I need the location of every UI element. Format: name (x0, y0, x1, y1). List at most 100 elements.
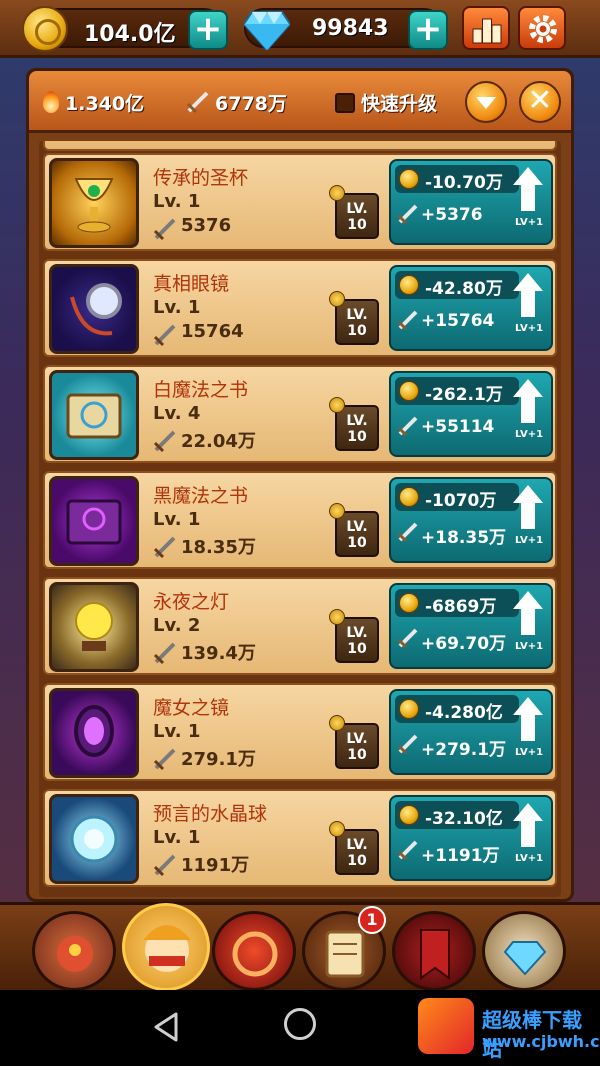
sword-icon (186, 91, 209, 114)
notification-badge: 1 (358, 906, 386, 934)
lv10-label: LV. 10 (346, 625, 368, 657)
home-icon[interactable] (284, 1008, 316, 1040)
coin-icon (399, 805, 419, 825)
sword-icon (397, 204, 418, 225)
nav-demon-banner-button[interactable] (392, 911, 476, 991)
total-power: 1.340亿 (65, 93, 145, 115)
lv10-upgrade-button[interactable]: LV. 10 (329, 715, 379, 769)
truth-glasses-icon (49, 264, 139, 354)
up-arrow-icon: LV+1 (511, 165, 545, 239)
upgrade-cost: -10.70万 (425, 173, 503, 193)
item-attack: 1191万 (181, 855, 250, 876)
lv10-label: LV. 10 (346, 731, 368, 763)
coin-icon (399, 487, 419, 507)
lv10-upgrade-button[interactable]: LV. 10 (329, 821, 379, 875)
up-arrow-icon: LV+1 (511, 695, 545, 769)
lv10-upgrade-button[interactable]: LV. 10 (329, 185, 379, 239)
nav-diamond-shop-button[interactable] (482, 911, 566, 991)
leaderboard-button[interactable] (462, 6, 510, 50)
item-level: Lv. 1 (153, 721, 201, 742)
item-name: 预言的水晶球 (153, 803, 268, 825)
upgrade-button[interactable]: -262.1万 +55114 LV+1 (389, 371, 553, 457)
up-arrow-icon: LV+1 (511, 271, 545, 345)
list-item (43, 141, 557, 151)
podium-icon (472, 18, 502, 44)
list-item: 黑魔法之书 Lv. 1 18.35万 LV. 10 -1070万 +18.35万… (43, 471, 557, 569)
lock-icon (329, 185, 345, 201)
chevron-down-icon (476, 97, 496, 109)
witch-mirror-icon (49, 688, 139, 778)
cost-bar: -6869万 (395, 589, 519, 617)
item-list[interactable]: 传承的圣杯 Lv. 1 5376 LV. 10 -10.70万 +5376 LV… (39, 141, 561, 897)
list-item: 传承的圣杯 Lv. 1 5376 LV. 10 -10.70万 +5376 LV… (43, 153, 557, 251)
robot-icon (57, 936, 93, 972)
upgrade-button[interactable]: -1070万 +18.35万 LV+1 (389, 477, 553, 563)
list-item: 永夜之灯 Lv. 2 139.4万 LV. 10 -6869万 +69.70万 … (43, 577, 557, 675)
quick-upgrade-label: 快速升级 (361, 93, 438, 115)
settings-button[interactable] (518, 6, 566, 50)
lv-plus-label: LV+1 (514, 747, 544, 758)
item-level: Lv. 1 (153, 509, 201, 530)
add-gems-button[interactable]: + (408, 10, 448, 50)
attack-gain: +55114 (421, 417, 495, 437)
upgrade-cost: -42.80万 (425, 279, 503, 299)
gold-amount: 104.0亿 (84, 22, 176, 47)
lv10-label: LV. 10 (346, 837, 368, 869)
watermark-url: www.cjbwh.com (482, 1032, 600, 1051)
upgrade-button[interactable]: -6869万 +69.70万 LV+1 (389, 583, 553, 669)
item-level: Lv. 1 (153, 191, 201, 212)
back-icon[interactable] (150, 1010, 184, 1044)
upgrade-button[interactable]: -4.280亿 +279.1万 LV+1 (389, 689, 553, 775)
lock-icon (329, 503, 345, 519)
coin-icon (399, 275, 419, 295)
upgrade-button[interactable]: -10.70万 +5376 LV+1 (389, 159, 553, 245)
add-gold-button[interactable]: + (188, 10, 228, 50)
lv-plus-label: LV+1 (514, 323, 544, 334)
lv10-upgrade-button[interactable]: LV. 10 (329, 291, 379, 345)
attack-gain: +18.35万 (421, 528, 507, 548)
hero-portrait-icon (143, 925, 191, 972)
quick-upgrade-checkbox[interactable] (335, 93, 355, 113)
watermark-logo (418, 998, 474, 1054)
close-button[interactable]: ✕ (519, 81, 561, 123)
bottom-nav (0, 902, 600, 991)
item-attack: 15764 (181, 321, 244, 342)
item-name: 永夜之灯 (153, 591, 230, 613)
list-item: 白魔法之书 Lv. 4 22.04万 LV. 10 -262.1万 +55114… (43, 365, 557, 463)
cost-bar: -42.80万 (395, 271, 519, 299)
demon-banner-icon (420, 929, 450, 980)
item-name: 黑魔法之书 (153, 485, 249, 507)
gold-coin-icon (22, 6, 68, 52)
black-magic-book-icon (49, 476, 139, 566)
attack-gain: +69.70万 (421, 634, 507, 654)
item-attack: 22.04万 (181, 431, 256, 452)
lv10-upgrade-button[interactable]: LV. 10 (329, 609, 379, 663)
lock-icon (329, 609, 345, 625)
up-arrow-icon: LV+1 (511, 801, 545, 875)
nav-robot-hero-button[interactable] (32, 911, 116, 991)
upgrade-button[interactable]: -42.80万 +15764 LV+1 (389, 265, 553, 351)
cost-bar: -4.280亿 (395, 695, 519, 723)
sword-icon (397, 416, 418, 437)
lv10-upgrade-button[interactable]: LV. 10 (329, 503, 379, 557)
gem-amount: 99843 (312, 16, 389, 41)
system-nav-bar: 超级棒下载站 www.cjbwh.com (0, 990, 600, 1066)
item-name: 真相眼镜 (153, 273, 230, 295)
attack-gain: +1191万 (421, 846, 500, 866)
item-attack: 18.35万 (181, 537, 256, 558)
upgrade-cost: -4.280亿 (425, 703, 503, 723)
item-level: Lv. 1 (153, 827, 201, 848)
upgrade-button[interactable]: -32.10亿 +1191万 LV+1 (389, 795, 553, 881)
treasure-panel: 1.340亿 6778万 快速升级 ✕ 传承的圣杯 Lv. 1 5376 LV.… (26, 68, 574, 902)
nav-dragon-button[interactable] (212, 911, 296, 991)
dropdown-button[interactable] (465, 81, 507, 123)
item-level: Lv. 1 (153, 297, 201, 318)
top-bar: 104.0亿 + 99843 + (0, 0, 600, 58)
lock-icon (329, 821, 345, 837)
lv10-upgrade-button[interactable]: LV. 10 (329, 397, 379, 451)
item-attack: 139.4万 (181, 643, 256, 664)
nav-hero-button[interactable] (122, 903, 210, 991)
gem-counter: 99843 + (244, 8, 448, 50)
sword-icon (397, 734, 418, 755)
white-magic-book-icon (49, 370, 139, 460)
